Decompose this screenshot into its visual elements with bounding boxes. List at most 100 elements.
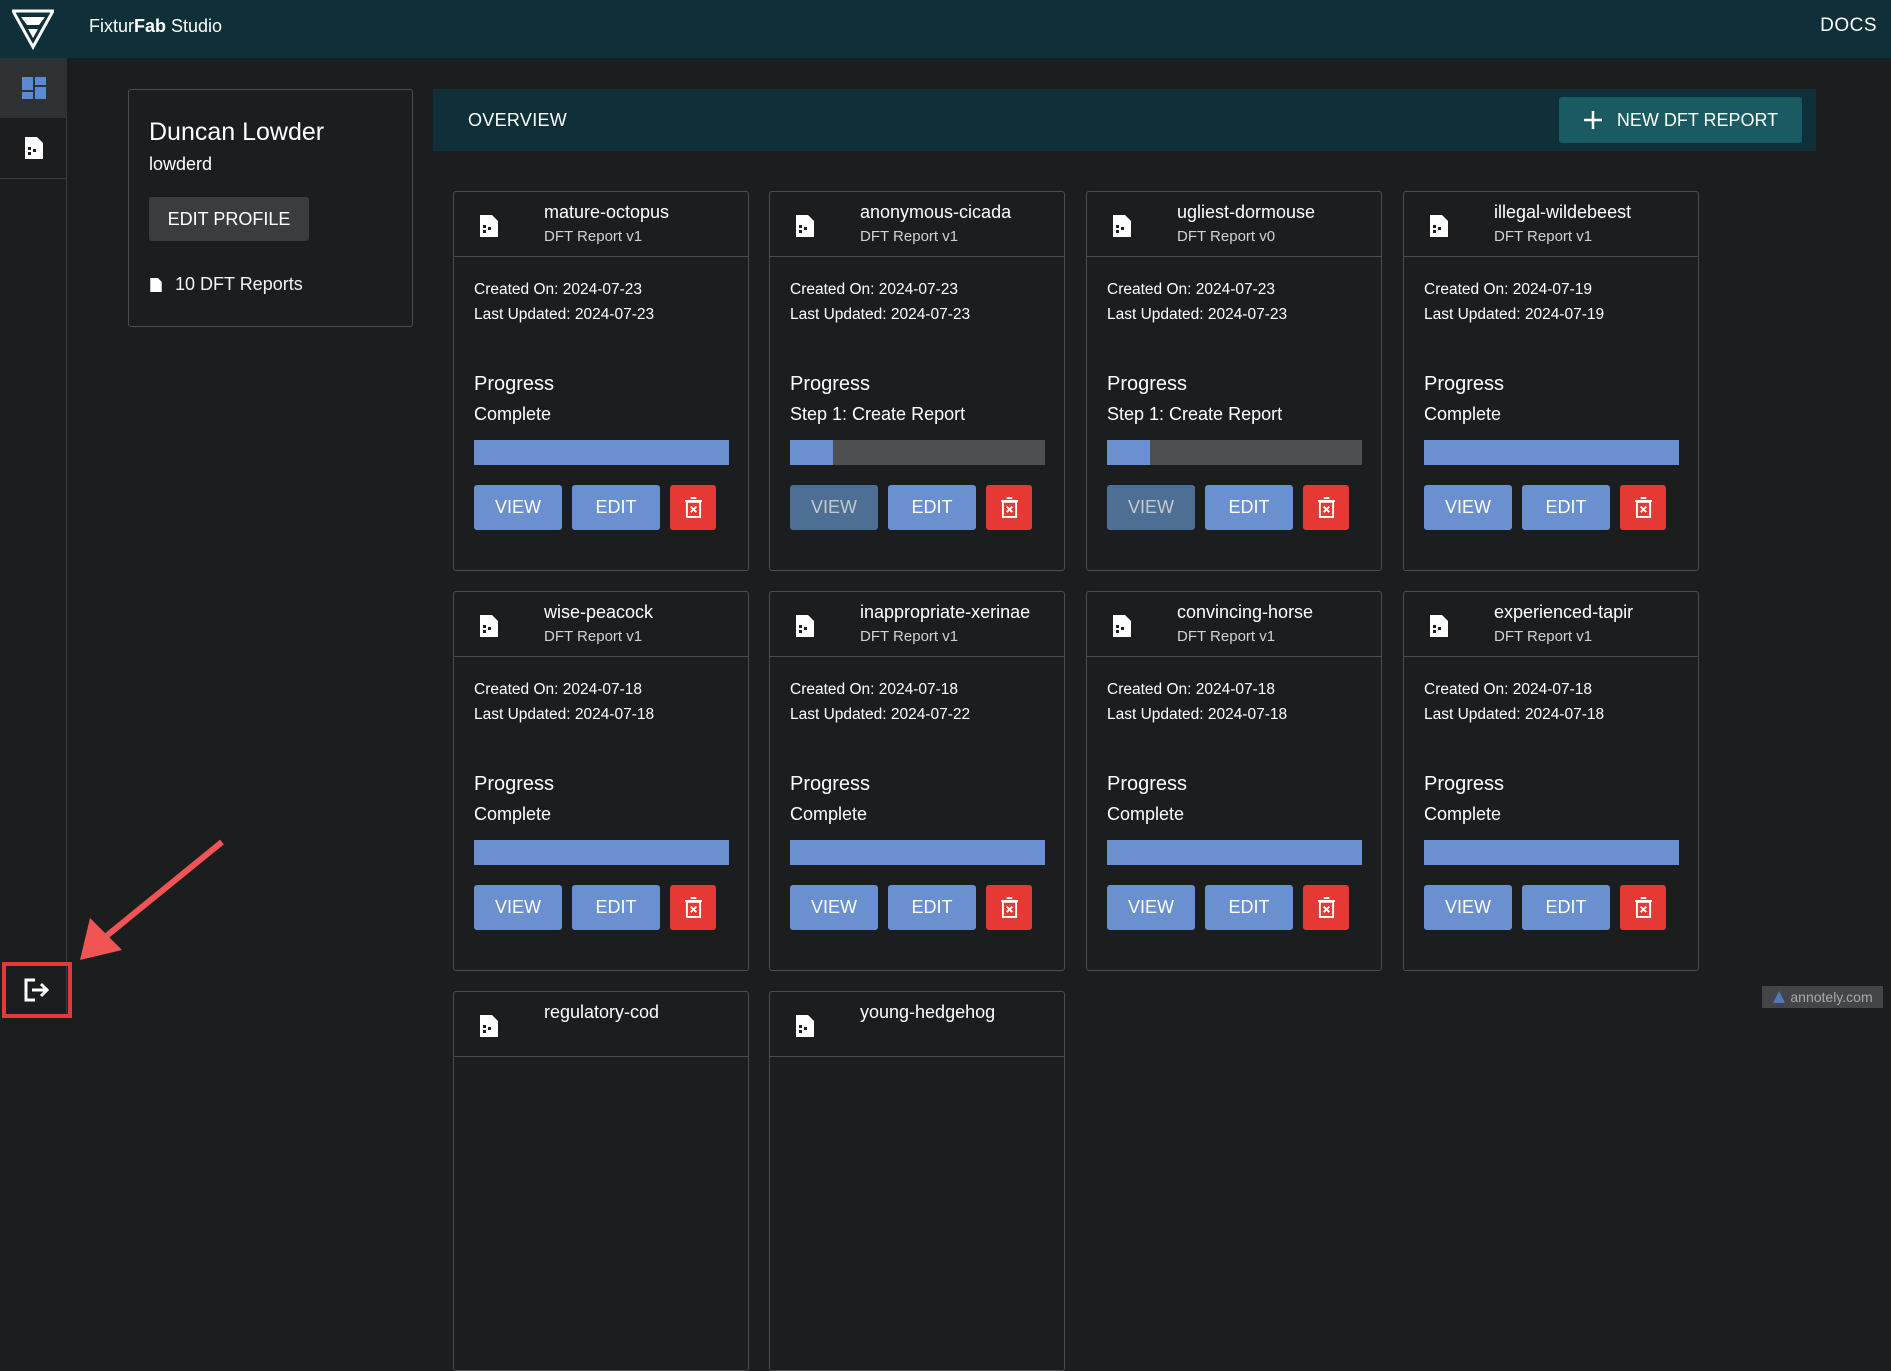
sidebar-item-dashboard[interactable] [0,58,67,118]
card-header: experienced-tapir DFT Report v1 [1404,592,1698,657]
report-file-icon [1111,214,1133,238]
report-version: DFT Report v1 [1494,628,1593,645]
progress-label: Progress [1107,373,1188,395]
edit-button[interactable]: EDIT [572,485,660,530]
trash-icon [1000,497,1018,518]
progress-step: Step 1: Create Report [790,404,966,424]
edit-button[interactable]: EDIT [1205,485,1293,530]
created-date: Created On: 2024-07-23 [790,281,959,298]
view-button[interactable]: VIEW [1424,885,1512,930]
progress-step: Complete [790,804,868,824]
delete-button[interactable] [670,485,716,530]
progress-label: Progress [1424,773,1505,795]
sidebar-divider [0,178,67,179]
report-card: wise-peacock DFT Report v1 Created On: 202… [453,591,749,971]
progress-label: Progress [790,773,871,795]
report-name: illegal-wildebeest [1494,202,1632,222]
progress-bar [474,840,729,865]
report-name: ugliest-dormouse [1177,202,1316,222]
card-header: convincing-horse DFT Report v1 [1087,592,1381,657]
reports-count: 10 DFT Reports [149,274,303,295]
view-button[interactable]: VIEW [1424,485,1512,530]
updated-date: Last Updated: 2024-07-19 [1424,306,1605,323]
top-app-bar: FixturFab Studio DOCS [0,0,1891,58]
delete-button[interactable] [1303,485,1349,530]
edit-button[interactable]: EDIT [1205,885,1293,930]
delete-button[interactable] [986,885,1032,930]
view-button: VIEW [790,485,878,530]
delete-button[interactable] [986,485,1032,530]
sidebar-item-reports[interactable] [0,118,67,178]
report-file-icon [478,214,500,238]
delete-button[interactable] [1620,485,1666,530]
docs-link[interactable]: DOCS [1820,15,1877,37]
progress-label: Progress [1107,773,1188,795]
progress-bar [790,440,1045,465]
progress-bar-fill [474,440,729,465]
created-date: Created On: 2024-07-19 [1424,281,1593,298]
progress-step: Complete [474,804,552,824]
created-date: Created On: 2024-07-18 [1424,681,1593,698]
trash-icon [1634,497,1652,518]
updated-date: Last Updated: 2024-07-23 [1107,306,1288,323]
report-card: inappropriate-xerinae DFT Report v1 Create… [769,591,1065,971]
progress-bar-fill [474,840,729,865]
report-name: regulatory-cod [544,1002,660,1022]
report-version: DFT Report v1 [544,628,643,645]
view-button[interactable]: VIEW [790,885,878,930]
report-file-icon [1111,614,1133,638]
sidebar [0,58,72,1018]
report-version: DFT Report v1 [1494,228,1593,245]
progress-bar [1424,840,1679,865]
delete-button[interactable] [1303,885,1349,930]
view-button[interactable]: VIEW [474,885,562,930]
report-icon [24,137,43,159]
card-header: illegal-wildebeest DFT Report v1 [1404,192,1698,257]
report-name: experienced-tapir [1494,602,1634,622]
edit-profile-button[interactable]: EDIT PROFILE [149,197,309,241]
card-header: regulatory-cod [454,992,748,1057]
report-version: DFT Report v1 [544,228,643,245]
progress-bar-fill [790,440,834,465]
overview-header: OVERVIEW NEW DFT REPORT [433,89,1816,151]
progress-step: Complete [1424,404,1502,424]
app-title: FixturFab Studio [89,16,223,36]
view-button[interactable]: VIEW [474,485,562,530]
progress-label: Progress [1424,373,1505,395]
delete-button[interactable] [670,885,716,930]
progress-bar [790,840,1045,865]
progress-bar-fill [1107,840,1362,865]
progress-step: Step 1: Create Report [1107,404,1283,424]
edit-button[interactable]: EDIT [888,485,976,530]
delete-button[interactable] [1620,885,1666,930]
card-header: inappropriate-xerinae DFT Report v1 [770,592,1064,657]
trash-icon [1634,897,1652,918]
report-card: convincing-horse DFT Report v1 Created On:… [1086,591,1382,971]
view-button[interactable]: VIEW [1107,885,1195,930]
logout-button[interactable] [2,962,72,1018]
edit-button[interactable]: EDIT [1522,485,1610,530]
progress-label: Progress [790,373,871,395]
trash-icon [1000,897,1018,918]
created-date: Created On: 2024-07-18 [790,681,959,698]
fixturfab-logo-icon[interactable] [12,8,54,50]
report-card: ugliest-dormouse DFT Report v0 Created On:… [1086,191,1382,571]
new-dft-report-button[interactable]: NEW DFT REPORT [1559,97,1802,143]
progress-label: Progress [474,373,555,395]
report-file-icon [478,614,500,638]
logout-icon [24,978,50,1002]
card-header: ugliest-dormouse DFT Report v0 [1087,192,1381,257]
annotation-arrow-icon [80,839,224,960]
edit-button[interactable]: EDIT [1522,885,1610,930]
report-name: convincing-horse [1177,602,1314,622]
progress-bar [1107,840,1362,865]
updated-date: Last Updated: 2024-07-18 [474,706,655,723]
report-card: mature-octopus DFT Report v1 Created On: 2… [453,191,749,571]
report-name: mature-octopus [544,202,670,222]
report-version: DFT Report v1 [860,628,959,645]
report-card: regulatory-cod [453,991,749,1371]
report-card: anonymous-cicada DFT Report v1 Created On:… [769,191,1065,571]
edit-button[interactable]: EDIT [888,885,976,930]
card-header: mature-octopus DFT Report v1 [454,192,748,257]
edit-button[interactable]: EDIT [572,885,660,930]
